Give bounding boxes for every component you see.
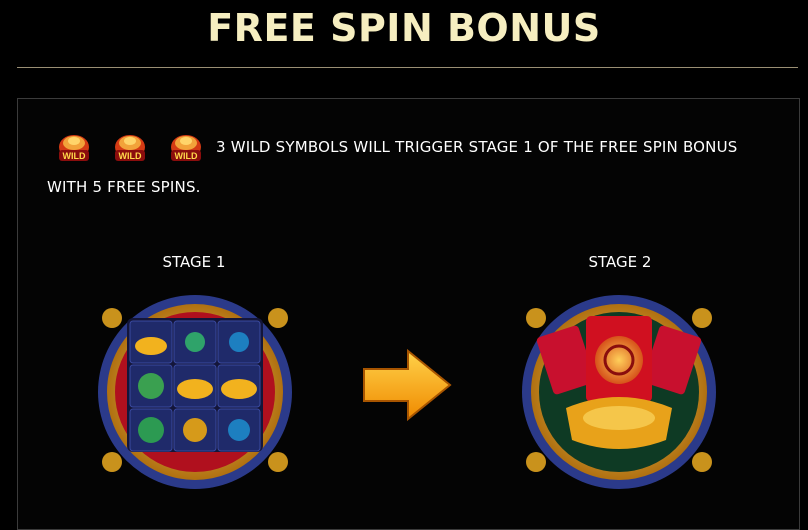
- title-divider: [17, 67, 798, 68]
- wild-label: WILD: [175, 151, 198, 161]
- stage-2-label: STAGE 2: [588, 253, 652, 271]
- arrow-right-icon: [363, 348, 452, 422]
- wild-icon: WILD: [171, 135, 201, 161]
- stage-1-emblem: [98, 295, 292, 489]
- wild-icon: WILD: [115, 135, 145, 161]
- stage-2-emblem: [522, 295, 716, 489]
- stage-1-label: STAGE 1: [162, 253, 226, 271]
- rules-text-line1: 3 WILD SYMBOLS WILL TRIGGER STAGE 1 OF T…: [216, 138, 738, 156]
- wild-icon: WILD: [59, 135, 89, 161]
- rules-text-line2: WITH 5 FREE SPINS.: [47, 178, 201, 196]
- wild-label: WILD: [63, 151, 86, 161]
- wild-label: WILD: [119, 151, 142, 161]
- page-title: FREE SPIN BONUS: [207, 6, 601, 50]
